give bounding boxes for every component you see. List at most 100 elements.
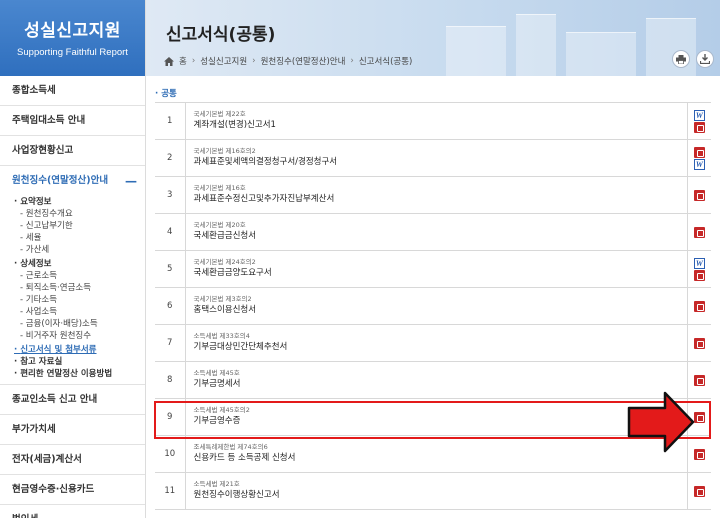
nav-item-vat[interactable]: 부가가치세 — [0, 415, 145, 445]
file-cell — [686, 472, 711, 510]
print-button[interactable] — [672, 50, 690, 68]
submenu-convenient[interactable]: · 편리한 연말정산 이용방법 — [0, 368, 145, 380]
pdf-download-icon[interactable] — [693, 146, 705, 158]
chevron-right-icon: › — [191, 56, 196, 66]
pdf-download-icon[interactable] — [693, 485, 705, 497]
sidebar: 성실신고지원 Supporting Faithful Report 종합소득세 … — [0, 0, 146, 518]
form-name[interactable]: 원천징수이행상황신고서 — [194, 489, 687, 502]
brand-subtitle: Supporting Faithful Report — [17, 47, 128, 58]
nav-item-housing-rental[interactable]: 주택임대소득 안내 — [0, 106, 145, 136]
form-cell: 국세기본법 제22호 계좌개설(변경)신고서1 — [185, 102, 687, 140]
pdf-download-icon[interactable] — [693, 189, 705, 201]
form-law-ref: 국세기본법 제16호의2 — [193, 147, 256, 155]
file-cell: W — [686, 250, 711, 288]
row-number: 8 — [155, 361, 186, 399]
file-cell — [686, 287, 711, 325]
submenu-link[interactable]: - 기타소득 — [0, 294, 145, 306]
section-label: · 공통 — [155, 89, 177, 99]
form-cell: 소득세법 제21호 원천징수이행상황신고서 — [185, 472, 687, 510]
submenu-link[interactable]: - 원천징수개요 — [0, 208, 145, 220]
nav-item-business-report[interactable]: 사업장현황신고 — [0, 136, 145, 166]
submenu-link[interactable]: - 금융(이자·배당)소득 — [0, 318, 145, 330]
form-cell: 국세기본법 제20호 국세환급금신청서 — [185, 213, 687, 251]
download-button[interactable] — [696, 50, 714, 68]
form-name[interactable]: 국세환급금신청서 — [194, 230, 687, 243]
table-row: 1 국세기본법 제22호 계좌개설(변경)신고서1 W — [155, 102, 711, 140]
row-number: 3 — [155, 176, 186, 214]
table-row: 11 소득세법 제21호 원천징수이행상황신고서 — [155, 472, 711, 510]
brand-banner[interactable]: 성실신고지원 Supporting Faithful Report — [0, 0, 145, 76]
breadcrumb-item[interactable]: 원천징수(연말정산)안내 — [261, 55, 346, 67]
form-cell: 국세기본법 제16호 과세표준수정신고및추가자진납부계산서 — [185, 176, 687, 214]
submenu-detail[interactable]: · 상세정보 — [0, 258, 145, 270]
page-title: 신고서식(공통) — [166, 25, 276, 45]
form-cell: 소득세법 제45호의2 기부금영수증 — [185, 398, 687, 436]
form-name[interactable]: 기부금명세서 — [194, 378, 687, 391]
form-name[interactable]: 과세표준및세액의결정청구서/경정청구서 — [194, 156, 687, 169]
submenu-summary[interactable]: · 요약정보 — [0, 196, 145, 208]
pdf-download-icon[interactable] — [693, 269, 705, 281]
row-number: 9 — [155, 398, 186, 436]
home-icon[interactable] — [164, 56, 174, 66]
form-name[interactable]: 계좌개설(변경)신고서1 — [194, 119, 687, 132]
submenu-link[interactable]: - 근로소득 — [0, 270, 145, 282]
form-cell: 국세기본법 제3호의2 홈택스이용신청서 — [185, 287, 687, 325]
pdf-download-icon[interactable] — [693, 337, 705, 349]
pdf-download-icon[interactable] — [693, 226, 705, 238]
nav-item-withholding[interactable]: 원천징수(연말정산)안내 — — [0, 166, 145, 196]
word-download-icon[interactable]: W — [693, 257, 705, 269]
form-law-ref: 조세특례제한법 제74호의6 — [193, 443, 268, 451]
file-cell — [686, 213, 711, 251]
table-row: 7 소득세법 제33호의4 기부금대상민간단체추천서 — [155, 324, 711, 362]
form-cell: 소득세법 제45호 기부금명세서 — [185, 361, 687, 399]
form-cell: 소득세법 제33호의4 기부금대상민간단체추천서 — [185, 324, 687, 362]
printer-icon — [676, 54, 686, 64]
row-number: 11 — [155, 472, 186, 510]
submenu-link[interactable]: - 비거주자 원천징수 — [0, 330, 145, 342]
table-row: 6 국세기본법 제3호의2 홈택스이용신청서 — [155, 287, 711, 325]
form-law-ref: 국세기본법 제24호의2 — [193, 258, 256, 266]
breadcrumb-item[interactable]: 성실신고지원 — [200, 55, 247, 67]
form-cell: 국세기본법 제24호의2 국세환급금양도요구서 — [185, 250, 687, 288]
file-cell — [686, 176, 711, 214]
file-cell — [686, 324, 711, 362]
nav-item-corporate-tax[interactable]: 법인세 — [0, 505, 145, 518]
pdf-download-icon[interactable] — [693, 374, 705, 386]
submenu-link[interactable]: - 가산세 — [0, 244, 145, 256]
brand-title: 성실신고지원 — [24, 21, 121, 41]
form-name[interactable]: 기부금영수증 — [194, 415, 687, 428]
withholding-submenu: · 요약정보 - 원천징수개요 - 신고납부기한 - 세율 - 가산세 · 상세… — [0, 196, 145, 385]
word-download-icon[interactable]: W — [693, 158, 705, 170]
pdf-download-icon[interactable] — [693, 121, 705, 133]
form-law-ref: 소득세법 제33호의4 — [193, 332, 250, 340]
submenu-link[interactable]: - 세율 — [0, 232, 145, 244]
row-number: 5 — [155, 250, 186, 288]
breadcrumb-item[interactable]: 홈 — [179, 55, 187, 67]
nav-item-e-invoice[interactable]: 전자(세금)계산서 — [0, 445, 145, 475]
form-name[interactable]: 신용카드 등 소득공제 신청서 — [194, 452, 687, 465]
table-row: 4 국세기본법 제20호 국세환급금신청서 — [155, 213, 711, 251]
submenu-reference[interactable]: · 참고 자료실 — [0, 356, 145, 368]
collapse-icon[interactable]: — — [125, 166, 137, 196]
row-number: 4 — [155, 213, 186, 251]
nav-item-income-tax[interactable]: 종합소득세 — [0, 76, 145, 106]
form-name[interactable]: 기부금대상민간단체추천서 — [194, 341, 687, 354]
row-number: 7 — [155, 324, 186, 362]
nav-item-religious[interactable]: 종교인소득 신고 안내 — [0, 385, 145, 415]
submenu-forms[interactable]: · 신고서식 및 첨부서류 — [0, 344, 145, 356]
word-download-icon[interactable]: W — [693, 109, 705, 121]
submenu-link[interactable]: - 신고납부기한 — [0, 220, 145, 232]
chevron-right-icon: › — [350, 56, 354, 66]
form-name[interactable]: 홈택스이용신청서 — [194, 304, 687, 317]
nav-item-cash-receipt[interactable]: 현금영수증·신용카드 — [0, 475, 145, 505]
form-cell: 국세기본법 제16호의2 과세표준및세액의결정청구서/경정청구서 — [185, 139, 687, 177]
red-arrow-icon — [627, 391, 695, 453]
form-cell: 조세특례제한법 제74호의6 신용카드 등 소득공제 신청서 — [185, 435, 687, 473]
submenu-link[interactable]: - 퇴직소득·연금소득 — [0, 282, 145, 294]
pdf-download-icon[interactable] — [693, 300, 705, 312]
file-cell: W — [686, 102, 711, 140]
form-name[interactable]: 과세표준수정신고및추가자진납부계산서 — [194, 193, 687, 206]
submenu-link[interactable]: - 사업소득 — [0, 306, 145, 318]
form-name[interactable]: 국세환급금양도요구서 — [194, 267, 687, 280]
breadcrumb-item[interactable]: 신고서식(공통) — [359, 55, 413, 67]
